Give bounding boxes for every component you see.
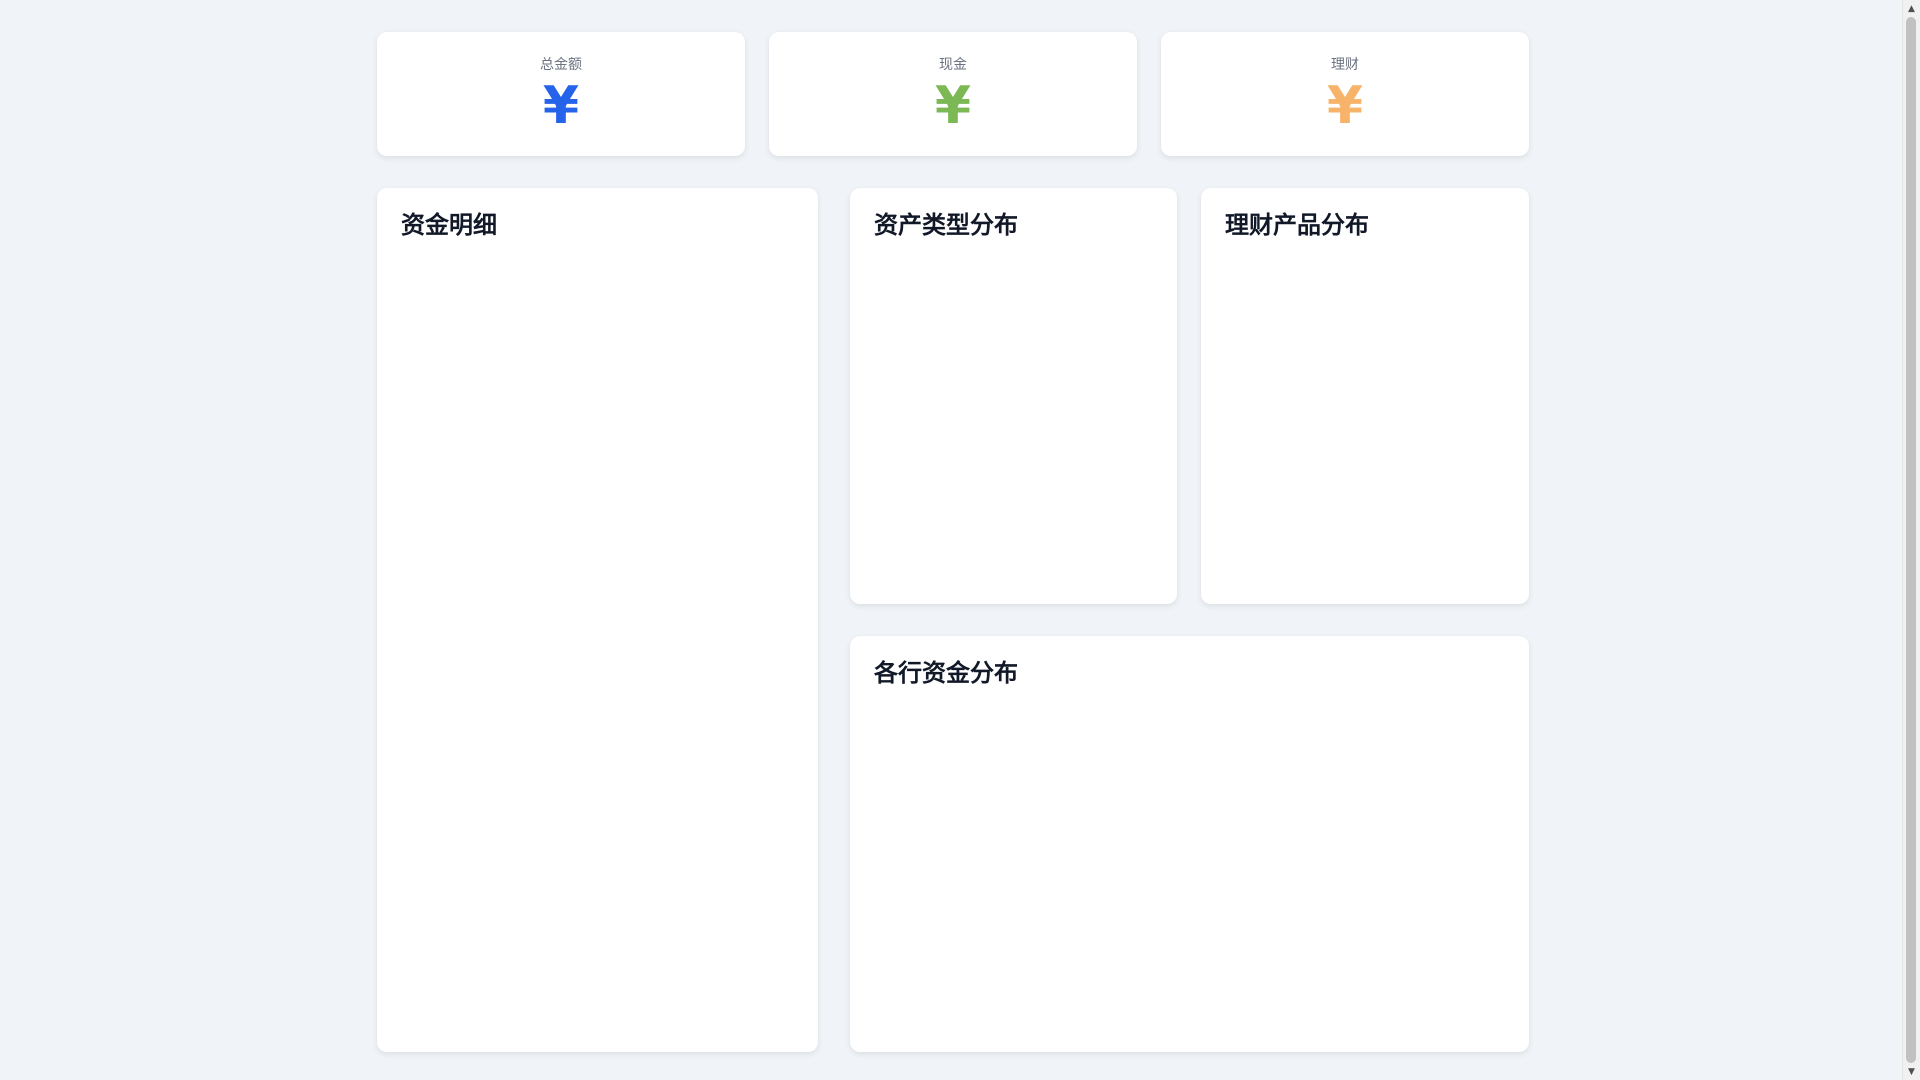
asset-type-panel: 资产类型分布 <box>850 188 1177 604</box>
scroll-up-button[interactable]: ▲ <box>1903 0 1920 17</box>
scroll-down-button[interactable]: ▼ <box>1903 1063 1920 1080</box>
bank-funds-panel: 各行资金分布 <box>850 636 1529 1052</box>
stat-label-cash: 现金 <box>939 57 967 73</box>
scrollbar-thumb[interactable] <box>1906 17 1916 1063</box>
stat-value-total: ¥ <box>542 76 580 136</box>
dashboard: 总金额 ¥ 现金 ¥ 理财 ¥ 资金明细 资产类型分布 理财产品分布 各行资金分… <box>0 0 1902 1080</box>
asset-type-title: 资产类型分布 <box>874 211 1018 239</box>
stat-value-wealth: ¥ <box>1326 76 1364 136</box>
fund-details-title: 资金明细 <box>401 211 497 239</box>
wealth-product-panel: 理财产品分布 <box>1201 188 1529 604</box>
stat-card-wealth: 理财 ¥ <box>1161 32 1529 156</box>
bank-funds-title: 各行资金分布 <box>874 659 1018 687</box>
stat-card-total: 总金额 ¥ <box>377 32 745 156</box>
vertical-scrollbar[interactable]: ▲ ▼ <box>1902 0 1920 1080</box>
fund-details-panel: 资金明细 <box>377 188 818 1052</box>
stat-label-wealth: 理财 <box>1331 57 1359 73</box>
arrow-down-icon: ▼ <box>1908 1066 1915 1077</box>
stat-card-cash: 现金 ¥ <box>769 32 1137 156</box>
stat-value-cash: ¥ <box>934 76 972 136</box>
wealth-product-title: 理财产品分布 <box>1225 211 1369 239</box>
arrow-up-icon: ▲ <box>1908 3 1915 14</box>
stat-label-total: 总金额 <box>540 57 582 73</box>
